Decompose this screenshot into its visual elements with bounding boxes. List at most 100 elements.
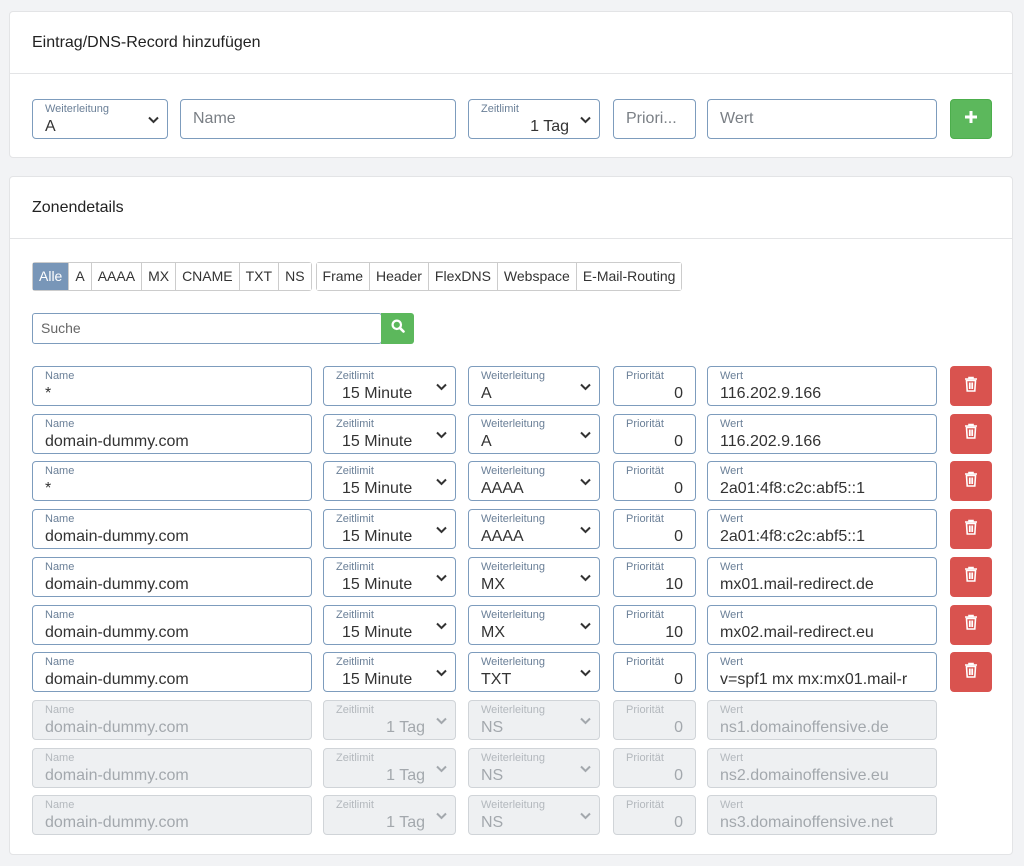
tab-flexdns[interactable]: FlexDNS — [428, 263, 498, 290]
tab-cname[interactable]: CNAME — [176, 263, 240, 290]
record-ttl-select[interactable]: Zeitlimit 15 Minute — [323, 413, 456, 454]
tab-e-mail-routing[interactable]: E-Mail-Routing — [576, 263, 682, 290]
new-type-select[interactable]: Weiterleitung A — [32, 99, 168, 139]
chevron-down-icon — [580, 622, 591, 631]
record-priority-label: Priorität — [626, 560, 664, 573]
delete-record-button[interactable] — [950, 461, 992, 502]
record-type-select[interactable]: Weiterleitung A — [468, 413, 600, 454]
chevron-down-icon — [436, 622, 447, 631]
record-value-value: mx01.mail-redirect.de — [720, 575, 874, 593]
record-value-label: Wert — [720, 465, 744, 478]
delete-record-button[interactable] — [950, 366, 992, 406]
record-ttl-select[interactable]: Zeitlimit 15 Minute — [323, 461, 456, 502]
record-name-label: Name — [45, 799, 75, 812]
record-name-input[interactable]: Name domain-dummy.com — [32, 556, 312, 597]
record-type-label: Weiterleitung — [481, 465, 545, 478]
tab-aaaa[interactable]: AAAA — [91, 263, 143, 290]
record-ttl-label: Zeitlimit — [336, 370, 374, 382]
record-name-input[interactable]: Name domain-dummy.com — [32, 604, 312, 645]
zone-details-title: Zonendetails — [32, 198, 124, 216]
record-value-input[interactable]: Wert v=spf1 mx mx:mx01.mail-r — [707, 652, 937, 693]
tab-a[interactable]: A — [69, 263, 92, 290]
record-value-input[interactable]: Wert mx02.mail-redirect.eu — [707, 604, 937, 645]
search-button[interactable] — [381, 313, 414, 344]
record-name-input[interactable]: Name domain-dummy.com — [32, 413, 312, 454]
record-ttl-select[interactable]: Zeitlimit 15 Minute — [323, 509, 456, 550]
record-priority-input[interactable]: Priorität 10 — [613, 556, 696, 597]
tab-header[interactable]: Header — [369, 263, 429, 290]
tab-ns[interactable]: NS — [279, 263, 311, 290]
record-ttl-label: Zeitlimit — [336, 417, 374, 430]
record-priority-input[interactable]: Priorität 10 — [613, 604, 696, 645]
record-value-label: Wert — [720, 417, 744, 430]
record-priority-value: 0 — [674, 385, 683, 402]
record-type-select[interactable]: Weiterleitung MX — [468, 556, 600, 597]
add-record-header: Eintrag/DNS-Record hinzufügen — [10, 12, 1012, 74]
record-type-select[interactable]: Weiterleitung AAAA — [468, 461, 600, 502]
record-value-value: v=spf1 mx mx:mx01.mail-r — [720, 671, 908, 689]
record-type-select[interactable]: Weiterleitung A — [468, 366, 600, 406]
record-type-label: Weiterleitung — [481, 799, 545, 812]
record-priority-input[interactable]: Priorität 0 — [613, 652, 696, 693]
new-value-placeholder: Wert — [720, 110, 754, 127]
record-name-input[interactable]: Name domain-dummy.com — [32, 652, 312, 693]
record-value-input[interactable]: Wert 116.202.9.166 — [707, 413, 937, 454]
chevron-down-icon — [436, 478, 447, 487]
record-ttl-select[interactable]: Zeitlimit 15 Minute — [323, 556, 456, 597]
trash-icon — [964, 519, 978, 540]
chevron-down-icon — [580, 717, 591, 726]
tab-mx[interactable]: MX — [142, 263, 177, 290]
record-type-select[interactable]: Weiterleitung MX — [468, 604, 600, 645]
record-ttl-select[interactable]: Zeitlimit 15 Minute — [323, 652, 456, 693]
record-value-input[interactable]: Wert mx01.mail-redirect.de — [707, 556, 937, 597]
record-value-input[interactable]: Wert 2a01:4f8:c2c:abf5::1 — [707, 509, 937, 550]
record-priority-value: 10 — [665, 623, 683, 641]
new-ttl-value: 1 Tag — [530, 118, 569, 135]
delete-record-button[interactable] — [950, 413, 992, 454]
record-type-select: Weiterleitung NS — [468, 795, 600, 836]
record-value-label: Wert — [720, 560, 744, 573]
add-record-button[interactable] — [950, 99, 992, 139]
record-type-label: Weiterleitung — [481, 608, 545, 621]
new-ttl-select[interactable]: Zeitlimit 1 Tag — [468, 99, 600, 139]
record-ttl-select[interactable]: Zeitlimit 15 Minute — [323, 604, 456, 645]
record-value-value: 116.202.9.166 — [720, 385, 822, 402]
record-type-select[interactable]: Weiterleitung TXT — [468, 652, 600, 693]
record-name-input[interactable]: Name domain-dummy.com — [32, 509, 312, 550]
delete-record-button[interactable] — [950, 652, 992, 693]
search-input[interactable]: Suche — [32, 313, 382, 344]
record-priority-input[interactable]: Priorität 0 — [613, 461, 696, 502]
record-value-input[interactable]: Wert 116.202.9.166 — [707, 366, 937, 406]
trash-icon — [964, 566, 978, 587]
delete-record-button[interactable] — [950, 604, 992, 645]
record-ttl-value: 15 Minute — [342, 528, 413, 546]
record-priority-input[interactable]: Priorität 0 — [613, 413, 696, 454]
record-priority-input[interactable]: Priorität 0 — [613, 509, 696, 550]
tab-alle[interactable]: Alle — [33, 263, 70, 290]
record-type-label: Weiterleitung — [481, 560, 545, 573]
record-type-value: A — [481, 432, 492, 450]
record-type-label: Weiterleitung — [481, 417, 545, 430]
delete-record-button[interactable] — [950, 556, 992, 597]
record-type-label: Weiterleitung — [481, 751, 545, 764]
record-name-input[interactable]: Name * — [32, 366, 312, 406]
record-name-input[interactable]: Name * — [32, 461, 312, 502]
record-value-input[interactable]: Wert 2a01:4f8:c2c:abf5::1 — [707, 461, 937, 502]
chevron-down-icon — [580, 574, 591, 583]
delete-record-button[interactable] — [950, 509, 992, 550]
tab-frame[interactable]: Frame — [316, 263, 370, 290]
new-value-input[interactable]: Wert — [707, 99, 937, 139]
chevron-down-icon — [580, 812, 591, 821]
chevron-down-icon — [436, 383, 447, 392]
record-ttl-select[interactable]: Zeitlimit 15 Minute — [323, 366, 456, 406]
tab-webspace[interactable]: Webspace — [497, 263, 577, 290]
tab-txt[interactable]: TXT — [239, 263, 280, 290]
record-type-value: A — [481, 385, 492, 402]
add-record-panel: Eintrag/DNS-Record hinzufügen Weiterleit… — [9, 11, 1013, 158]
record-type-select[interactable]: Weiterleitung AAAA — [468, 509, 600, 550]
new-name-input[interactable]: Name — [180, 99, 456, 139]
chevron-down-icon — [580, 383, 591, 392]
new-priority-input[interactable]: Priori... — [613, 99, 696, 139]
record-ttl-select: Zeitlimit 1 Tag — [323, 747, 456, 788]
record-priority-input[interactable]: Priorität 0 — [613, 366, 696, 406]
